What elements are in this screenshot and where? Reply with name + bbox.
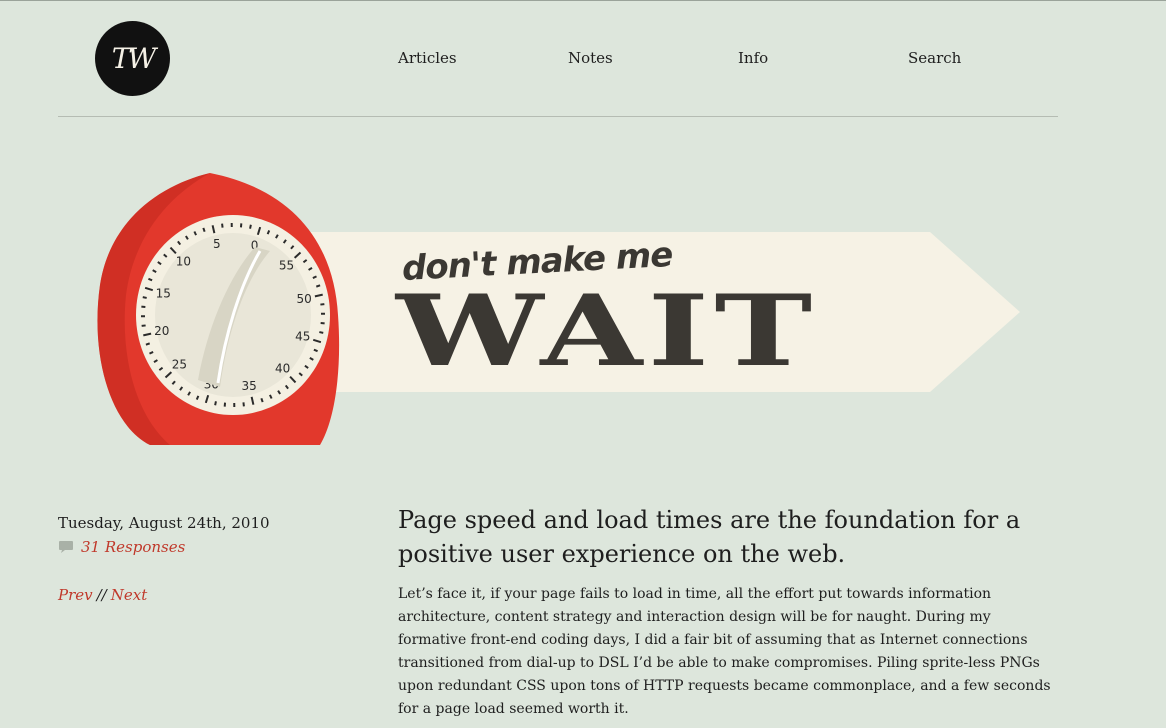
dial-tick <box>249 224 252 229</box>
dial-tick <box>214 401 217 406</box>
dial-tick <box>145 342 151 346</box>
pager-separator: // <box>96 586 107 604</box>
prev-link[interactable]: Prev <box>58 586 93 604</box>
hero-title: WAIT <box>396 274 818 389</box>
header-divider <box>58 116 1058 117</box>
dial-tick <box>319 331 324 334</box>
dial-number: 5 <box>213 237 221 251</box>
responses-link[interactable]: 31 Responses <box>81 538 185 556</box>
dial-number: 25 <box>172 358 187 372</box>
top-border <box>0 0 1166 1</box>
main-nav: Articles Notes Info Search <box>0 49 1166 71</box>
nav-articles[interactable]: Articles <box>398 49 457 67</box>
responses-row: 31 Responses <box>58 538 185 556</box>
article-body: Let’s face it, if your page fails to loa… <box>398 586 1051 717</box>
nav-search[interactable]: Search <box>908 49 961 67</box>
dial-tick <box>142 296 147 299</box>
dial-number: 40 <box>275 362 290 376</box>
post-date: Tuesday, August 24th, 2010 <box>58 514 270 532</box>
next-link[interactable]: Next <box>111 586 148 604</box>
dial-tick <box>202 227 206 233</box>
dial-number: 20 <box>154 324 169 338</box>
comment-bubble-icon <box>59 541 73 553</box>
dial-number: 50 <box>297 292 312 306</box>
nav-info[interactable]: Info <box>738 49 768 67</box>
timer-dial: 051015202530 3540455055 <box>136 215 330 415</box>
nav-notes[interactable]: Notes <box>568 49 613 67</box>
dial-number: 55 <box>279 258 294 272</box>
hero-banner: 0 5 10 15 20 25 30 35 40 45 50 55 don't make me WAI… <box>90 165 1030 455</box>
dial-number: 35 <box>242 379 257 393</box>
dial-number: 15 <box>156 286 171 300</box>
dial-number: 45 <box>295 330 310 344</box>
dial-tick <box>260 397 264 403</box>
dial-tick <box>315 284 321 288</box>
dial-number: 10 <box>176 254 191 268</box>
article-title: Page speed and load times are the founda… <box>398 506 1021 568</box>
post-pager: Prev//Next <box>58 586 147 604</box>
